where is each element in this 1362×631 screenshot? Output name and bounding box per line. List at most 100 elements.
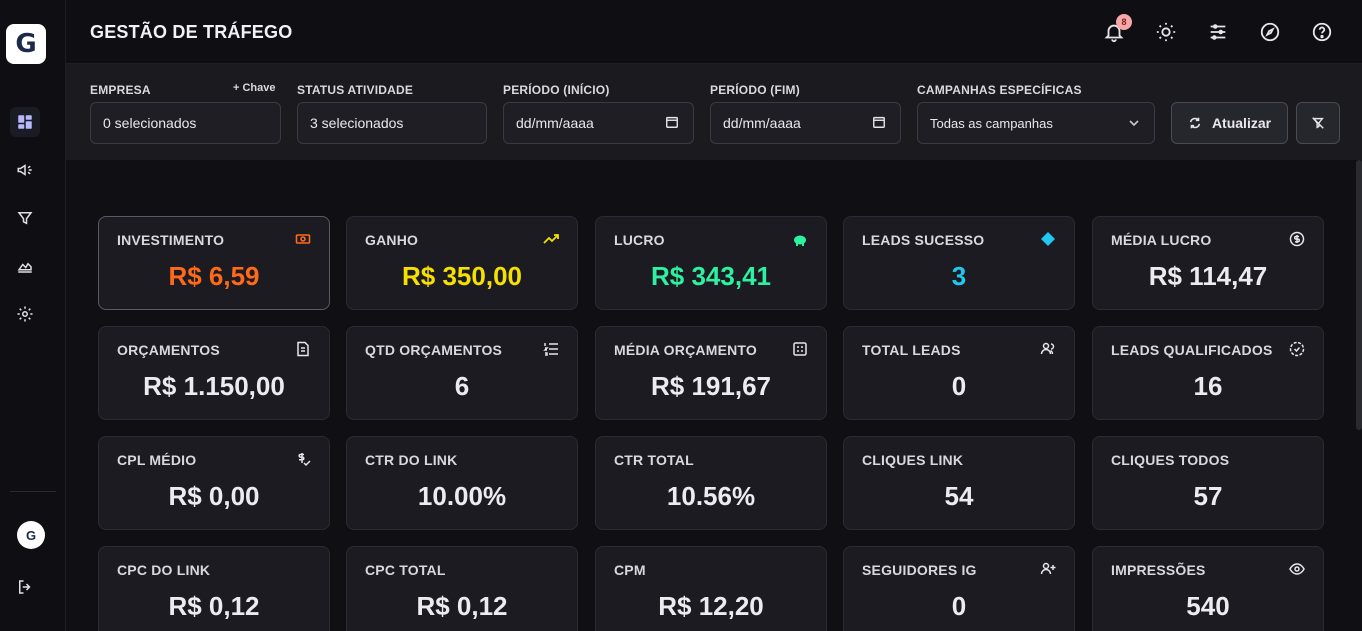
status-label: STATUS ATIVIDADE: [297, 83, 414, 97]
card-label: LEADS SUCESSO: [862, 232, 985, 248]
metric-card-investimento: INVESTIMENTO R$ 6,59: [98, 216, 330, 310]
metric-card-total-leads: TOTAL LEADS 0: [843, 326, 1075, 420]
card-value: 10.00%: [417, 481, 507, 511]
metric-card-media-orcamento: MÉDIA ORÇAMENTO R$ 191,67: [595, 326, 827, 420]
notifications-button[interactable]: 8: [1102, 14, 1132, 44]
money-icon: [295, 231, 311, 247]
metric-card-cpm: CPM R$ 12,20: [595, 546, 827, 631]
refresh-button[interactable]: Atualizar: [1171, 102, 1288, 144]
card-label: CPM: [614, 562, 646, 578]
users-icon: [1040, 341, 1056, 357]
card-label: TOTAL LEADS: [862, 342, 961, 358]
help-icon: [1312, 22, 1332, 42]
clear-filters-button[interactable]: [1296, 102, 1340, 144]
sidebar-item-reports[interactable]: [10, 251, 40, 281]
periodo-fim-input[interactable]: dd/mm/aaaa: [710, 102, 901, 144]
card-label: MÉDIA ORÇAMENTO: [614, 342, 757, 358]
metric-card-qtd-orcamentos: QTD ORÇAMENTOS 6: [346, 326, 578, 420]
status-value: 3 selecionados: [310, 115, 404, 131]
logo-letter: G: [15, 29, 37, 59]
card-value: R$ 343,41: [651, 261, 771, 291]
card-label: CPC DO LINK: [117, 562, 211, 578]
diamond-icon: [1040, 231, 1056, 247]
metric-card-media-lucro: MÉDIA LUCRO R$ 114,47: [1092, 216, 1324, 310]
filter-off-icon: [1312, 117, 1324, 129]
sidebar-item-dashboard[interactable]: [10, 107, 40, 137]
card-value: R$ 0,00: [168, 481, 260, 511]
empresa-value: 0 selecionados: [103, 115, 197, 131]
explore-button[interactable]: [1258, 20, 1282, 44]
card-label: CTR DO LINK: [365, 452, 458, 468]
badge-check-icon: [1289, 341, 1305, 357]
metric-card-cpl-medio: CPL MÉDIO R$ 0,00: [98, 436, 330, 530]
periodo-fim-value: dd/mm/aaaa: [723, 115, 801, 131]
metric-card-leads-sucesso: LEADS SUCESSO 3: [843, 216, 1075, 310]
card-label: LEADS QUALIFICADOS: [1111, 342, 1273, 358]
card-value: 57: [1193, 481, 1223, 511]
card-value: R$ 350,00: [402, 261, 522, 291]
card-label: LUCRO: [614, 232, 665, 248]
filter-bar: EMPRESA + Chave 0 selecionados STATUS AT…: [66, 64, 1362, 160]
adjustments-button[interactable]: [1206, 20, 1230, 44]
card-label: CLIQUES TODOS: [1111, 452, 1230, 468]
chevron-down-icon: [1129, 120, 1139, 127]
calendar-icon[interactable]: [872, 115, 886, 129]
card-value: R$ 114,47: [1148, 261, 1268, 291]
card-label: MÉDIA LUCRO: [1111, 232, 1212, 248]
metric-card-impressoes: IMPRESSÕES 540: [1092, 546, 1324, 631]
metric-card-cpc-total: CPC TOTAL R$ 0,12: [346, 546, 578, 631]
filter-icon: [17, 212, 33, 225]
notification-badge: 8: [1116, 14, 1132, 30]
card-value: 540: [1186, 591, 1230, 621]
campanhas-label: CAMPANHAS ESPECÍFICAS: [917, 83, 1082, 97]
card-label: CPC TOTAL: [365, 562, 446, 578]
sliders-icon: [1210, 24, 1226, 40]
help-button[interactable]: [1310, 20, 1334, 44]
card-value: R$ 0,12: [416, 591, 508, 621]
dollar-check-icon: [295, 451, 311, 467]
card-value: 54: [944, 481, 974, 511]
metric-card-seguidores-ig: SEGUIDORES IG 0: [843, 546, 1075, 631]
card-value: 3: [951, 261, 967, 291]
piggy-bank-icon: [792, 231, 808, 247]
empresa-select[interactable]: 0 selecionados: [90, 102, 281, 144]
megaphone-icon: [17, 164, 32, 176]
card-value: 0: [951, 371, 967, 401]
gear-icon: [17, 306, 33, 322]
card-value: R$ 1.150,00: [143, 371, 285, 401]
refresh-icon: [1189, 117, 1201, 129]
sidebar-item-funnel[interactable]: [10, 203, 40, 233]
app-logo[interactable]: G: [6, 24, 46, 64]
avatar-letter: G: [25, 527, 37, 543]
avatar[interactable]: G: [17, 521, 45, 549]
metric-card-ctr-total: CTR TOTAL 10.56%: [595, 436, 827, 530]
status-select[interactable]: 3 selecionados: [297, 102, 487, 144]
app-root: G G GESTÃO DE TRÁFEGO 8 EMPRESA + Chave …: [0, 0, 1362, 631]
calendar-icon[interactable]: [665, 115, 679, 129]
card-label: CPL MÉDIO: [117, 452, 197, 468]
chart-area-icon: [17, 262, 32, 273]
card-label: CLIQUES LINK: [862, 452, 964, 468]
list-numbered-icon: [543, 341, 559, 357]
sidebar-item-settings[interactable]: [10, 299, 40, 329]
sidebar-item-campaigns[interactable]: [10, 155, 40, 185]
refresh-label: Atualizar: [1211, 115, 1272, 131]
add-key-link[interactable]: + Chave: [233, 82, 276, 94]
card-value: R$ 0,12: [168, 591, 260, 621]
card-value: R$ 12,20: [658, 591, 764, 621]
scrollbar[interactable]: [1356, 160, 1362, 430]
card-label: IMPRESSÕES: [1111, 562, 1206, 578]
campanhas-select[interactable]: Todas as campanhas: [917, 102, 1155, 144]
periodo-inicio-input[interactable]: dd/mm/aaaa: [503, 102, 694, 144]
sidebar-divider: [10, 491, 56, 492]
card-value: 6: [454, 371, 470, 401]
logout-button[interactable]: [10, 572, 40, 602]
card-value: 10.56%: [666, 481, 756, 511]
card-value: 0: [951, 591, 967, 621]
metric-card-ganho: GANHO R$ 350,00: [346, 216, 578, 310]
compass-icon: [1260, 22, 1280, 42]
metric-card-cliques-todos: CLIQUES TODOS 57: [1092, 436, 1324, 530]
eye-icon: [1289, 561, 1305, 577]
theme-toggle-button[interactable]: [1154, 20, 1178, 44]
sidebar: G G: [0, 0, 66, 631]
